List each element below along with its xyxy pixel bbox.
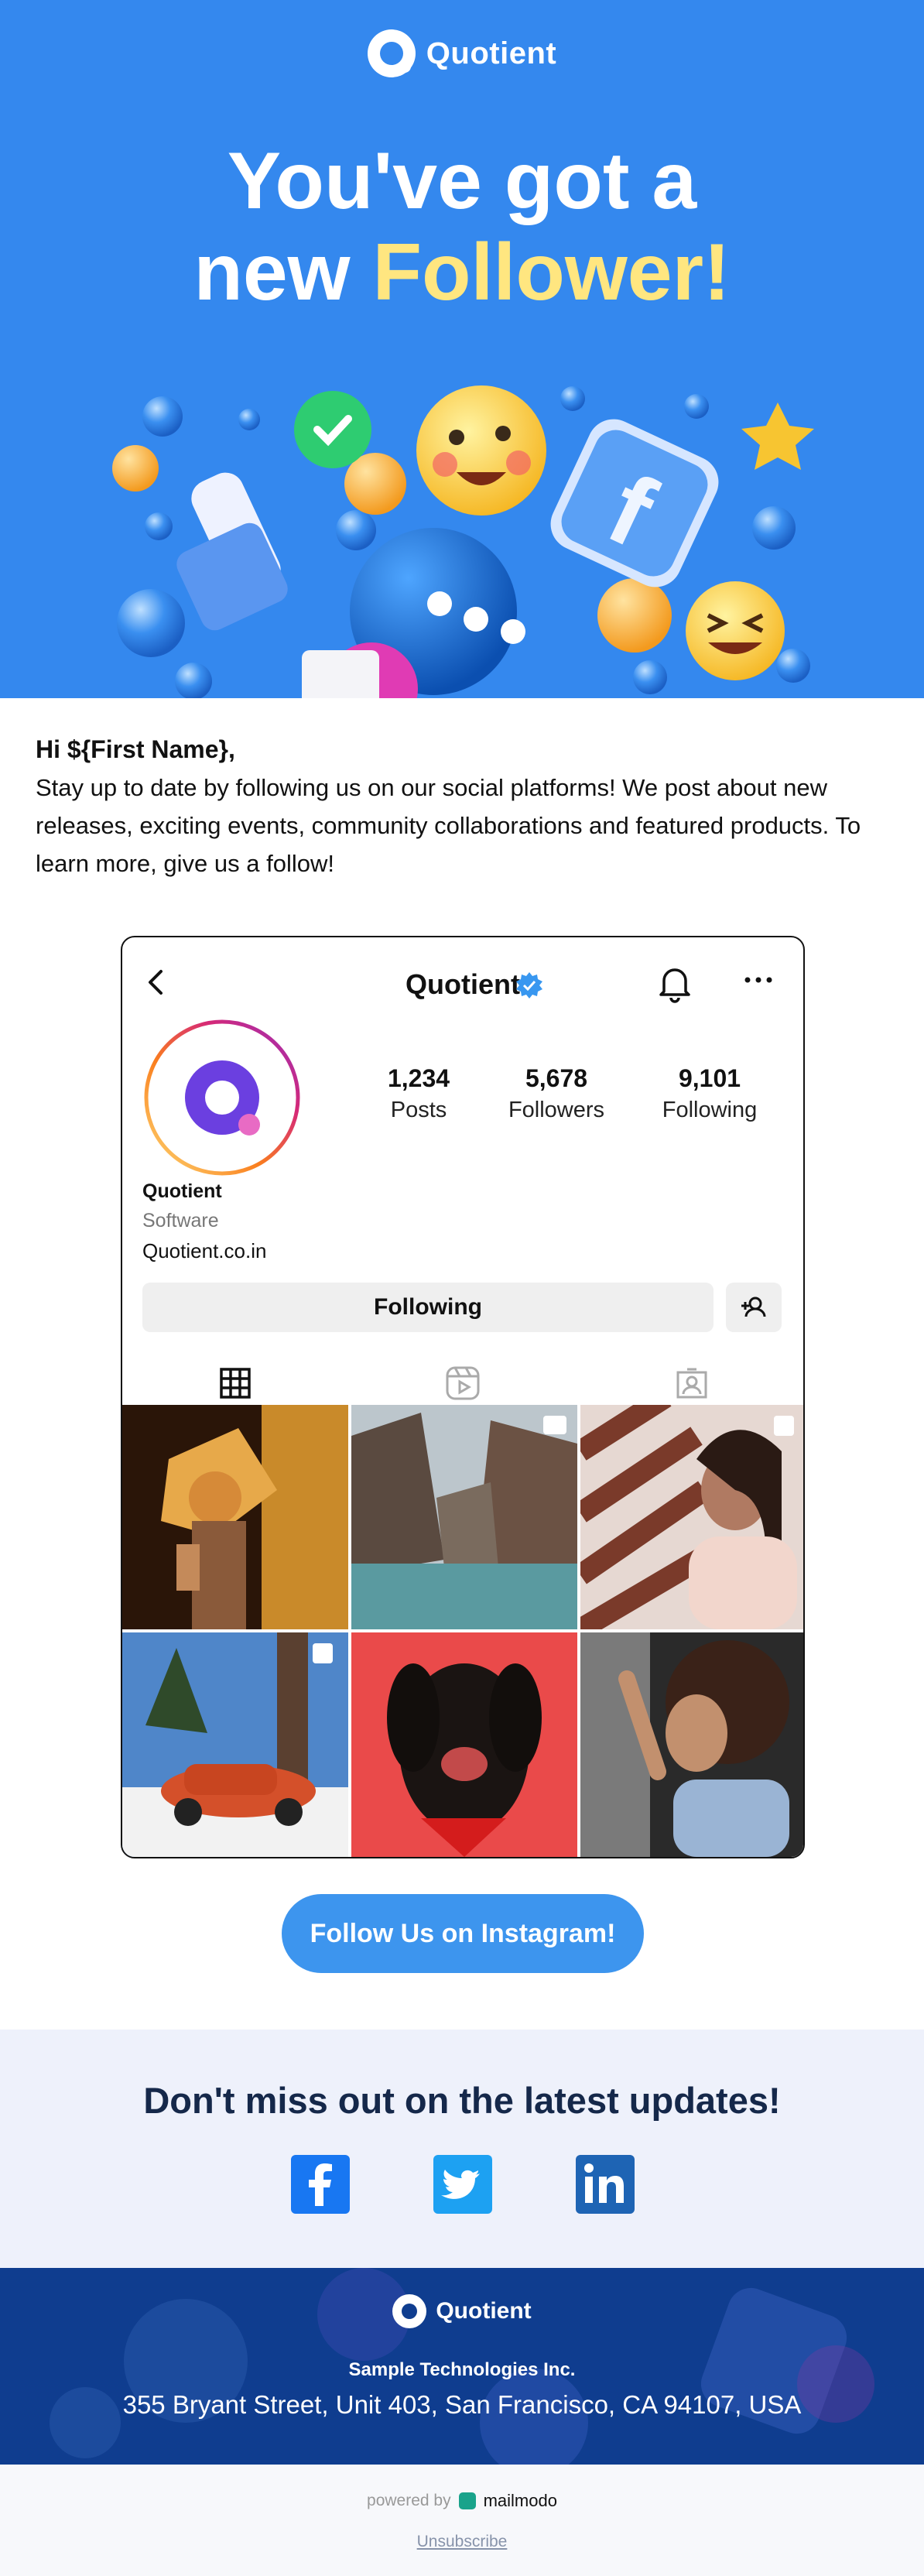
instagram-profile-mockup: Quotient 1,234 Posts 5,678 Followers 9,1… bbox=[121, 936, 805, 1858]
footer: Quotient Sample Technologies Inc. 355 Br… bbox=[0, 2268, 924, 2465]
updates-section: Don't miss out on the latest updates! bbox=[0, 2030, 924, 2268]
profile-avatar bbox=[144, 1019, 300, 1176]
profile-title: Quotient bbox=[406, 968, 520, 1000]
social-emoji-illustration: f bbox=[112, 385, 814, 698]
post-thumbnail[interactable] bbox=[122, 1405, 348, 1629]
quotient-logo-icon bbox=[367, 29, 416, 77]
updates-title: Don't miss out on the latest updates! bbox=[143, 2080, 781, 2121]
profile-tabs bbox=[122, 1348, 803, 1411]
unsubscribe-link[interactable]: Unsubscribe bbox=[0, 2533, 924, 2551]
stat-posts: 1,234 Posts bbox=[387, 1064, 450, 1122]
footer-brand-name: Quotient bbox=[436, 2298, 532, 2324]
post-thumbnail[interactable] bbox=[351, 1632, 577, 1857]
post-thumbnail[interactable] bbox=[580, 1632, 803, 1857]
post-thumbnail[interactable] bbox=[351, 1405, 577, 1629]
verified-badge-icon bbox=[516, 972, 542, 999]
profile-header: Quotient bbox=[122, 937, 803, 1023]
hero-banner: Quotient You've got a new Follower! f bbox=[0, 0, 924, 698]
brand-logo: Quotient bbox=[0, 29, 924, 77]
headline-line-1: You've got a bbox=[227, 136, 697, 226]
facebook-icon[interactable] bbox=[291, 2155, 350, 2214]
follow-instagram-button[interactable]: Follow Us on Instagram! bbox=[282, 1894, 644, 1973]
headline-highlight: Follower! bbox=[372, 228, 731, 317]
tagged-icon[interactable] bbox=[672, 1363, 712, 1403]
company-address: 355 Bryant Street, Unit 403, San Francis… bbox=[122, 2390, 802, 2419]
footer-brand: Quotient bbox=[0, 2294, 924, 2328]
reels-icon[interactable] bbox=[443, 1363, 483, 1403]
post-grid bbox=[122, 1405, 803, 1857]
headline-line-2: new Follower! bbox=[193, 228, 731, 317]
company-name: Sample Technologies Inc. bbox=[348, 2359, 576, 2380]
brand-name: Quotient bbox=[426, 36, 557, 70]
post-thumbnail[interactable] bbox=[122, 1632, 348, 1857]
post-thumbnail[interactable] bbox=[580, 1405, 803, 1629]
linkedin-icon[interactable] bbox=[576, 2155, 635, 2214]
profile-website: Quotient.co.in bbox=[142, 1239, 267, 1262]
profile-category: Software bbox=[142, 1210, 219, 1231]
quotient-logo-icon bbox=[392, 2294, 427, 2328]
more-icon bbox=[744, 977, 772, 983]
add-user-icon bbox=[741, 1297, 766, 1317]
hero-headline: You've got a new Follower! bbox=[0, 135, 924, 318]
powered-by[interactable]: powered by mailmodo bbox=[0, 2491, 924, 2511]
bottom-bar: powered by mailmodo Unsubscribe bbox=[0, 2465, 924, 2576]
intro-body: Stay up to date by following us on our s… bbox=[36, 774, 861, 877]
grid-icon[interactable] bbox=[215, 1363, 255, 1403]
intro-text: Hi ${First Name}, Stay up to date by fol… bbox=[36, 731, 895, 882]
stat-following: 9,101 Following bbox=[662, 1064, 758, 1122]
twitter-icon[interactable] bbox=[433, 2155, 492, 2214]
add-user-button[interactable] bbox=[726, 1283, 782, 1332]
following-button[interactable]: Following bbox=[142, 1283, 714, 1332]
profile-name: Quotient bbox=[142, 1180, 222, 1202]
stat-followers: 5,678 Followers bbox=[508, 1064, 605, 1122]
mailmodo-logo-icon bbox=[458, 2492, 476, 2509]
greeting: Hi ${First Name}, bbox=[36, 735, 235, 763]
bell-icon bbox=[659, 968, 690, 1003]
